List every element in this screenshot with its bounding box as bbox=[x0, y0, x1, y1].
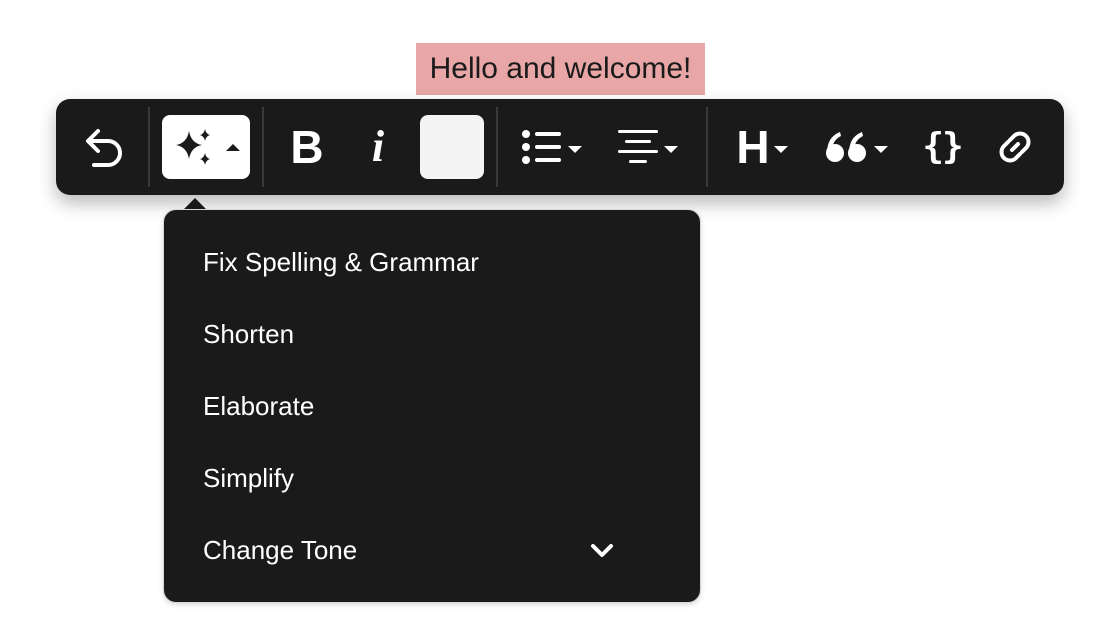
menu-item-label: Change Tone bbox=[203, 535, 358, 565]
editor-canvas: Hello and welcome! B i H {} Fix Spelling… bbox=[0, 0, 1120, 644]
italic-icon: i bbox=[371, 122, 385, 171]
menu-item-label: Elaborate bbox=[203, 391, 315, 421]
link-button[interactable] bbox=[990, 115, 1040, 179]
toolbar-divider bbox=[262, 107, 264, 187]
quote-icon bbox=[826, 132, 866, 162]
menu-item-simplify[interactable]: Simplify bbox=[164, 442, 700, 514]
italic-button[interactable]: i bbox=[358, 115, 398, 179]
align-dropdown-button[interactable] bbox=[612, 115, 682, 179]
text-color-button[interactable] bbox=[420, 115, 484, 179]
menu-item-elaborate[interactable]: Elaborate bbox=[164, 370, 700, 442]
ai-assist-menu: Fix Spelling & Grammar Shorten Elaborate… bbox=[164, 210, 700, 602]
chevron-down-icon bbox=[568, 145, 582, 153]
menu-item-label: Fix Spelling & Grammar bbox=[203, 247, 479, 277]
heading-dropdown-button[interactable]: H bbox=[730, 115, 794, 179]
code-button[interactable]: {} bbox=[918, 115, 966, 179]
menu-item-change-tone[interactable]: Change Tone bbox=[164, 514, 700, 586]
quote-dropdown-button[interactable] bbox=[822, 115, 890, 179]
undo-button[interactable] bbox=[76, 115, 132, 179]
caret-up-icon bbox=[226, 143, 240, 151]
toolbar-divider bbox=[148, 107, 150, 187]
sparkles-icon bbox=[176, 129, 210, 165]
code-braces-icon: {} bbox=[922, 126, 963, 167]
bulleted-list-icon bbox=[522, 130, 561, 164]
chevron-down-icon bbox=[773, 145, 788, 153]
formatting-toolbar: B i H {} bbox=[56, 99, 1064, 195]
toolbar-divider bbox=[496, 107, 498, 187]
undo-icon bbox=[86, 129, 122, 167]
ai-assist-button[interactable] bbox=[162, 115, 250, 179]
menu-item-fix-spelling-grammar[interactable]: Fix Spelling & Grammar bbox=[164, 226, 700, 298]
align-center-icon bbox=[618, 130, 658, 163]
menu-item-label: Simplify bbox=[203, 463, 295, 493]
selected-text[interactable]: Hello and welcome! bbox=[416, 43, 705, 95]
chevron-down-icon bbox=[874, 145, 888, 153]
bold-button[interactable]: B bbox=[284, 115, 330, 179]
chevron-down-icon bbox=[591, 544, 613, 557]
menu-item-label: Shorten bbox=[203, 319, 295, 349]
menu-item-shorten[interactable]: Shorten bbox=[164, 298, 700, 370]
heading-icon: H bbox=[736, 121, 770, 173]
bold-icon: B bbox=[290, 121, 324, 173]
toolbar-divider bbox=[706, 107, 708, 187]
list-dropdown-button[interactable] bbox=[516, 115, 584, 179]
link-icon bbox=[999, 131, 1031, 163]
chevron-down-icon bbox=[664, 145, 678, 153]
